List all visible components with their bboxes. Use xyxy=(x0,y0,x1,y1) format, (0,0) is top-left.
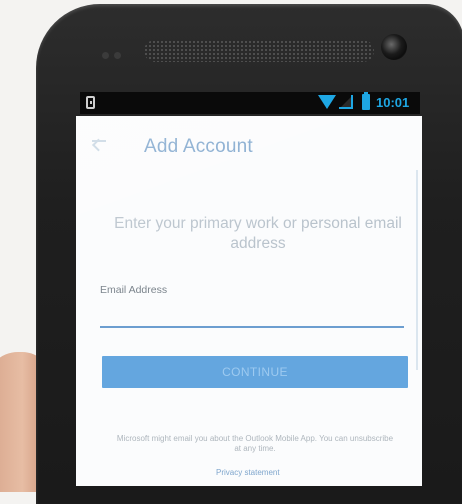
page-title: Add Account xyxy=(144,136,253,157)
app-bar: Add Account xyxy=(76,116,422,174)
battery-icon xyxy=(362,92,370,110)
email-prompt: Enter your primary work or personal emai… xyxy=(114,215,402,252)
speaker-grille xyxy=(144,40,374,62)
status-clock: 10:01 xyxy=(376,95,410,110)
front-camera-icon xyxy=(381,34,407,60)
notification-icon xyxy=(86,96,95,109)
privacy-statement-link[interactable]: Privacy statement xyxy=(216,468,280,477)
back-arrow-icon[interactable] xyxy=(92,140,106,142)
signal-icon xyxy=(339,95,353,109)
scrollbar[interactable] xyxy=(416,170,418,370)
continue-button[interactable]: CONTINUE xyxy=(102,356,408,388)
status-bar: 10:01 xyxy=(80,92,420,114)
app-screen: Add Account Enter your primary work or p… xyxy=(76,116,422,486)
marketing-disclaimer: Microsoft might email you about the Outl… xyxy=(116,434,394,453)
email-field-label: Email Address xyxy=(100,284,168,296)
email-field[interactable] xyxy=(100,300,404,328)
wifi-icon xyxy=(318,95,336,109)
proximity-sensors xyxy=(102,46,126,64)
